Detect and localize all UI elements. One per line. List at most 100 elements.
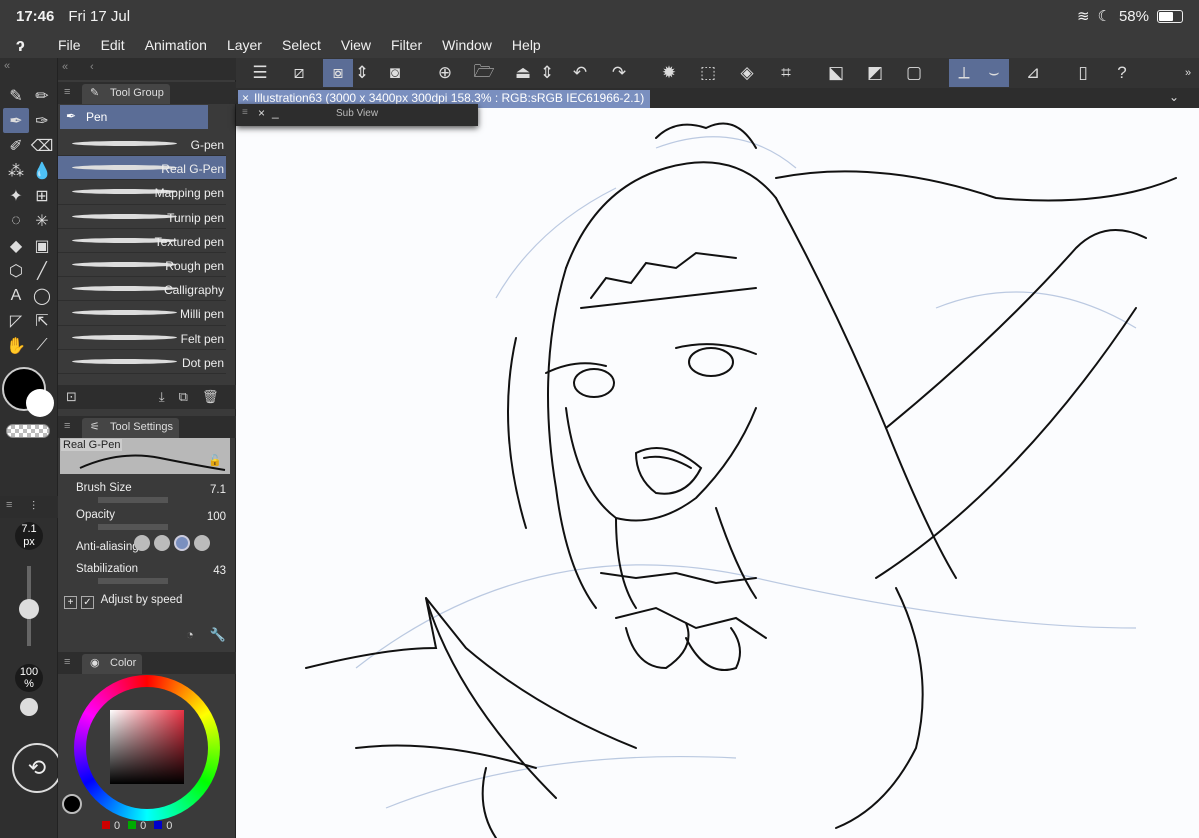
saturation-value-square[interactable]: [110, 710, 184, 784]
airbrush-tool-icon[interactable]: ✐: [3, 133, 29, 158]
smartphone-icon[interactable]: ▯: [1068, 59, 1098, 87]
magnifier-pen-icon[interactable]: ✎: [3, 83, 29, 108]
wrench-icon[interactable]: 🔧: [209, 627, 225, 642]
panel-menu-icon[interactable]: ≡: [64, 656, 70, 668]
brush-size-bar[interactable]: [98, 497, 168, 503]
menu-edit[interactable]: Edit: [101, 37, 125, 53]
open-folder-icon[interactable]: 🗁: [469, 59, 499, 87]
duplicate-subtool-icon[interactable]: ⧉: [179, 389, 188, 405]
figure-tool-icon[interactable]: ⊞: [29, 183, 55, 208]
opacity-slider-knob[interactable]: [20, 698, 38, 716]
menu-file[interactable]: File: [58, 37, 81, 53]
menu-help[interactable]: Help: [512, 37, 541, 53]
stabilization-row[interactable]: Stabilization 43: [76, 563, 226, 584]
line-tool-icon[interactable]: ╱: [29, 258, 55, 283]
menu-view[interactable]: View: [341, 37, 371, 53]
chevron-updown-icon[interactable]: ⇕: [538, 59, 556, 87]
text-tool-icon[interactable]: A: [3, 283, 29, 308]
color-tab[interactable]: ◉ Color: [82, 654, 143, 674]
redo-icon[interactable]: ↷: [604, 59, 634, 87]
snap-grid-icon[interactable]: ⊿: [1018, 59, 1048, 87]
transform-icon[interactable]: ⌗: [771, 59, 801, 87]
brush-item[interactable]: Dot pen: [58, 350, 226, 374]
help-icon[interactable]: ?: [1107, 59, 1137, 87]
brush-item[interactable]: Real G-Pen: [58, 156, 226, 181]
menu-window[interactable]: Window: [442, 37, 492, 53]
brush-item[interactable]: Calligraphy: [58, 277, 226, 302]
menu-icon[interactable]: ☰: [245, 59, 275, 87]
undo-icon[interactable]: ↶: [565, 59, 595, 87]
brush-item[interactable]: Rough pen: [58, 253, 226, 278]
snap-ruler-icon[interactable]: ⟂: [949, 59, 979, 87]
canvas-tool-icon[interactable]: ⧇: [323, 59, 353, 87]
balloon-tool-icon[interactable]: ◯: [29, 283, 55, 308]
deselect-icon[interactable]: ⬕: [821, 59, 851, 87]
opacity-row[interactable]: Opacity 100: [76, 509, 226, 530]
antialias-medium[interactable]: [174, 535, 190, 551]
blend-tool-icon[interactable]: 💧: [29, 158, 55, 183]
fill-icon[interactable]: ◈: [732, 59, 762, 87]
menu-animation[interactable]: Animation: [145, 37, 207, 53]
tool-group-tab[interactable]: ✎ Tool Group: [82, 84, 170, 104]
loading-icon[interactable]: ✹: [654, 59, 684, 87]
sparkle-tool-icon[interactable]: ✦: [3, 183, 29, 208]
app-logo-icon[interactable]: ɂ: [16, 35, 40, 56]
drag-handle-icon[interactable]: ≡: [242, 107, 248, 118]
brush-tool-icon[interactable]: ✑: [29, 108, 55, 133]
pencil-tool-icon[interactable]: ✏: [29, 83, 55, 108]
lock-icon[interactable]: 🔓: [208, 454, 222, 467]
menu-layer[interactable]: Layer: [227, 37, 262, 53]
reset-settings-icon[interactable]: ◔: [186, 627, 194, 642]
record-icon[interactable]: ◙: [380, 59, 410, 87]
collapse-left-icon[interactable]: «: [4, 60, 10, 72]
minimize-icon[interactable]: _: [272, 105, 279, 119]
brush-item[interactable]: Textured pen: [58, 229, 226, 253]
collapse-panels-icon[interactable]: «: [62, 61, 68, 73]
close-icon[interactable]: ×: [258, 106, 265, 120]
modifier-key-icon[interactable]: ⟲: [12, 743, 62, 793]
brush-item[interactable]: G-pen: [58, 132, 226, 157]
fill-tool-icon[interactable]: ◆: [3, 233, 29, 258]
hand-tool-icon[interactable]: ✋: [3, 333, 29, 358]
invert-selection-icon[interactable]: ◩: [860, 59, 890, 87]
tool-settings-tab[interactable]: ⚟ Tool Settings: [82, 418, 179, 438]
drawing-canvas[interactable]: [236, 108, 1199, 838]
clear-icon[interactable]: ⬚: [693, 59, 723, 87]
panel-menu-icon[interactable]: ≡: [64, 420, 70, 432]
collapse-right-icon[interactable]: »: [1181, 59, 1195, 87]
close-tab-icon[interactable]: ×: [242, 91, 249, 105]
eraser-tool-icon[interactable]: ⌫: [29, 133, 55, 158]
stabilization-bar[interactable]: [98, 578, 168, 584]
magic-wand-icon[interactable]: ✳: [29, 208, 55, 233]
sub-color-swatch[interactable]: [26, 389, 54, 417]
opacity-bar[interactable]: [98, 524, 168, 530]
color-panel-main-swatch[interactable]: [62, 794, 82, 814]
menu-select[interactable]: Select: [282, 37, 321, 53]
brush-item[interactable]: Turnip pen: [58, 205, 226, 229]
size-slider-knob[interactable]: [19, 599, 39, 619]
import-subtool-icon[interactable]: ⤓: [159, 389, 165, 405]
adjust-speed-checkbox[interactable]: ✓: [81, 596, 94, 609]
antialias-none[interactable]: [134, 535, 150, 551]
eyedropper-tool-icon[interactable]: ⟋: [29, 333, 55, 358]
snap-special-ruler-icon[interactable]: ⌣: [979, 59, 1009, 87]
adjust-speed-row[interactable]: + ✓ Adjust by speed: [64, 594, 214, 609]
expand-icon[interactable]: +: [64, 596, 77, 609]
subtool-group-pen[interactable]: ✒ Pen: [60, 105, 208, 129]
pen-tool-icon[interactable]: ✒: [3, 108, 29, 133]
brush-item[interactable]: Milli pen: [58, 301, 226, 326]
subtool-settings-icon[interactable]: ⊡: [66, 389, 77, 405]
panel-menu-icon[interactable]: ≡: [64, 86, 70, 98]
brush-item[interactable]: Felt pen: [58, 326, 226, 350]
panel-menu-icon[interactable]: ≡: [6, 499, 12, 511]
brush-size-row[interactable]: Brush Size 7.1: [76, 482, 226, 503]
canvas-size-icon[interactable]: ⧄: [284, 59, 314, 87]
new-file-icon[interactable]: ⊕: [430, 59, 460, 87]
menu-filter[interactable]: Filter: [391, 37, 422, 53]
decoration-tool-icon[interactable]: ⁂: [3, 158, 29, 183]
back-icon[interactable]: ‹: [90, 61, 94, 73]
chevron-down-icon[interactable]: ⌄: [1169, 90, 1179, 104]
frame-tool-icon[interactable]: ◸: [3, 308, 29, 333]
selection-border-icon[interactable]: ▢: [899, 59, 929, 87]
chevron-updown-icon[interactable]: ⇕: [353, 59, 371, 87]
